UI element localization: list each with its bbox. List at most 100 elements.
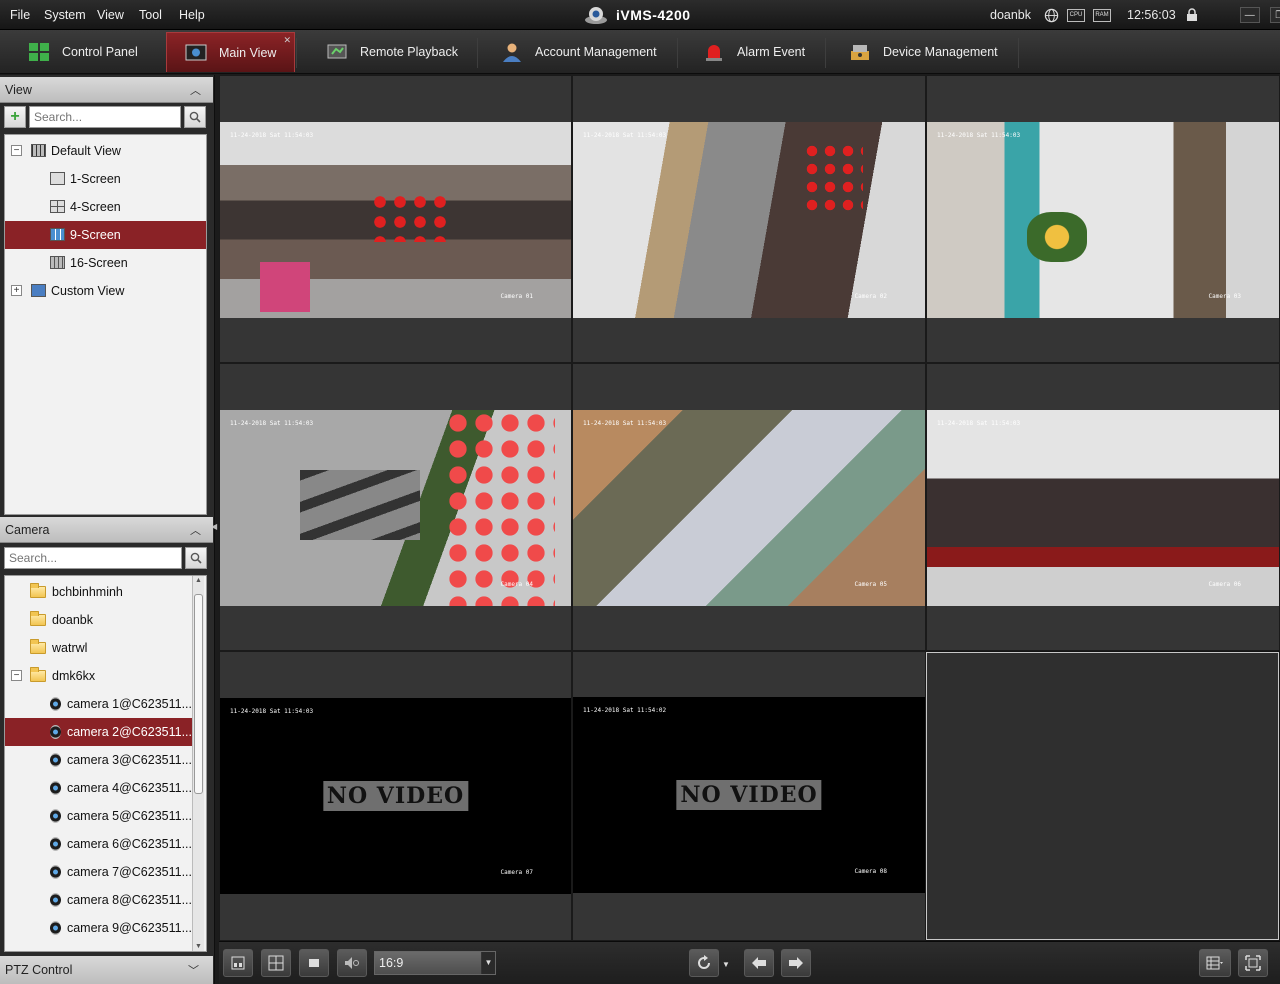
dropdown-arrow-icon[interactable]: ▼ <box>481 952 495 974</box>
tree-item-camera[interactable]: camera 9@C623511... <box>5 914 192 942</box>
tab-remote-playback[interactable]: Remote Playback <box>298 32 476 72</box>
lock-icon[interactable] <box>1184 7 1200 23</box>
tree-item-camera[interactable]: camera 3@C623511... <box>5 746 192 774</box>
tree-item-folder[interactable]: bchbinhminh <box>5 578 192 606</box>
tree-item-4-screen[interactable]: 4-Screen <box>5 193 206 221</box>
tree-item-label: dmk6kx <box>52 669 96 683</box>
tree-item-camera[interactable]: camera 5@C623511... <box>5 802 192 830</box>
app-name: iVMS-4200 <box>616 7 691 23</box>
search-icon[interactable] <box>185 547 207 569</box>
video-window-3[interactable]: 11-24-2018 Sat 11:54:03 Camera 03 <box>926 75 1280 363</box>
tree-item-folder[interactable]: − dmk6kx <box>5 662 192 690</box>
camera-section-header[interactable]: Camera ︿ <box>0 517 213 543</box>
osd-camera-name: Camera 05 <box>854 581 887 588</box>
collapse-icon[interactable]: − <box>11 670 22 681</box>
view-tree: − Default View 1-Screen 4-Screen 9-Scree… <box>4 134 207 515</box>
video-feed: 11-24-2018 Sat 11:54:02 NO VIDEO Camera … <box>573 697 925 893</box>
tree-item-label: camera 6@C623511... <box>66 837 192 851</box>
osd-camera-name: Camera 02 <box>854 293 887 300</box>
tree-item-label: doanbk <box>52 613 94 627</box>
tree-item-custom-view[interactable]: + Custom View <box>5 277 206 305</box>
camera-icon <box>50 697 61 711</box>
layout-1-icon <box>50 172 65 185</box>
app-title: iVMS-4200 <box>584 4 691 26</box>
camera-icon <box>50 865 61 879</box>
tree-item-camera[interactable]: camera 7@C623511... <box>5 858 192 886</box>
tree-item-label: camera 5@C623511... <box>66 809 192 823</box>
tree-item-camera[interactable]: camera 2@C623511... <box>5 718 192 746</box>
video-window-2[interactable]: 11-24-2018 Sat 11:54:03 Camera 02 <box>572 75 926 363</box>
globe-icon[interactable] <box>1043 7 1059 23</box>
camera-icon <box>50 837 61 851</box>
next-page-icon[interactable] <box>781 949 811 977</box>
tab-control-panel[interactable]: Control Panel <box>0 32 162 72</box>
collapse-icon[interactable]: − <box>11 145 22 156</box>
tree-item-label: camera 2@C623511... <box>66 725 192 739</box>
tree-item-camera[interactable]: camera 4@C623511... <box>5 774 192 802</box>
view-search-input[interactable] <box>29 106 181 128</box>
osd-camera-name: Camera 06 <box>1208 581 1241 588</box>
menu-help[interactable]: Help <box>179 8 205 22</box>
ptz-control-header[interactable]: PTZ Control ﹀ <box>0 956 213 984</box>
layout-16-icon <box>50 256 65 269</box>
video-window-9-empty[interactable] <box>926 652 1279 940</box>
cpu-icon[interactable]: CPU <box>1067 8 1086 22</box>
tab-account-management[interactable]: Account Management <box>479 32 676 72</box>
search-icon[interactable] <box>184 106 206 128</box>
refresh-icon[interactable] <box>689 949 719 977</box>
video-window-8[interactable]: 11-24-2018 Sat 11:54:02 NO VIDEO Camera … <box>572 651 926 941</box>
menu-tool[interactable]: Tool <box>139 8 162 22</box>
tab-main-view[interactable]: Main View ✕ <box>166 32 295 72</box>
chevron-down-icon[interactable]: ﹀ <box>188 962 199 978</box>
camera-icon <box>50 921 61 935</box>
layout-switch-icon[interactable] <box>261 949 291 977</box>
tab-close-icon[interactable]: ✕ <box>283 35 291 46</box>
video-window-4[interactable]: 11-24-2018 Sat 11:54:03 Camera 04 <box>219 363 572 651</box>
expand-icon[interactable]: + <box>11 285 22 296</box>
tree-item-9-screen[interactable]: 9-Screen <box>5 221 206 249</box>
tab-device-management[interactable]: Device Management <box>827 32 1017 72</box>
scroll-thumb[interactable] <box>194 594 203 794</box>
fullscreen-icon[interactable] <box>1238 949 1268 977</box>
tree-item-camera[interactable]: camera 8@C623511... <box>5 886 192 914</box>
tree-item-camera[interactable]: camera 6@C623511... <box>5 830 192 858</box>
stop-all-icon[interactable] <box>299 949 329 977</box>
chevron-up-icon[interactable]: ︿ <box>190 522 201 538</box>
save-view-icon[interactable] <box>223 949 253 977</box>
minimize-button[interactable]: — <box>1239 7 1260 23</box>
previous-page-icon[interactable] <box>744 949 774 977</box>
video-window-5[interactable]: 11-24-2018 Sat 11:54:03 Camera 05 <box>572 363 926 651</box>
tree-item-folder[interactable]: watrwl <box>5 634 192 662</box>
aspect-ratio-select[interactable]: 16:9 ▼ <box>374 951 496 975</box>
menu-file[interactable]: File <box>10 8 30 22</box>
tree-item-16-screen[interactable]: 16-Screen <box>5 249 206 277</box>
tab-alarm-event[interactable]: Alarm Event <box>679 32 824 72</box>
window-division-icon[interactable] <box>1199 949 1231 977</box>
menu-view[interactable]: View <box>97 8 124 22</box>
video-window-6[interactable]: 11-24-2018 Sat 11:54:03 Camera 06 <box>926 363 1280 651</box>
view-section-header[interactable]: View ︿ <box>0 77 213 103</box>
video-feed: 11-24-2018 Sat 11:54:03 NO VIDEO Camera … <box>220 698 571 894</box>
tree-item-1-screen[interactable]: 1-Screen <box>5 165 206 193</box>
osd-timestamp: 11-24-2018 Sat 11:54:03 <box>230 708 314 715</box>
chevron-up-icon[interactable]: ︿ <box>190 82 201 98</box>
video-feed: 11-24-2018 Sat 11:54:03 Camera 05 <box>573 410 925 606</box>
tree-item-camera[interactable]: camera 1@C623511... <box>5 690 192 718</box>
camera-tree-scrollbar[interactable]: ▲ ▼ <box>192 576 204 951</box>
tree-item-default-view[interactable]: − Default View <box>5 137 206 165</box>
dropdown-arrow-icon[interactable]: ▼ <box>722 960 730 969</box>
audio-mute-icon[interactable] <box>337 949 367 977</box>
balloon-decor <box>803 142 863 212</box>
scroll-up-icon[interactable]: ▲ <box>195 577 202 584</box>
video-feed: 11-24-2018 Sat 11:54:03 Camera 04 <box>220 410 571 606</box>
camera-search-input[interactable] <box>4 547 182 569</box>
menu-system[interactable]: System <box>44 8 86 22</box>
add-view-button[interactable]: + <box>4 106 26 128</box>
restore-button[interactable]: ❐ <box>1269 7 1280 23</box>
video-window-7[interactable]: 11-24-2018 Sat 11:54:03 NO VIDEO Camera … <box>219 651 572 941</box>
ram-icon[interactable]: RAM <box>1093 8 1112 22</box>
scroll-down-icon[interactable]: ▼ <box>195 943 202 950</box>
tree-item-folder[interactable]: doanbk <box>5 606 192 634</box>
camera-section-title: Camera <box>5 523 50 537</box>
video-window-1[interactable]: 11-24-2018 Sat 11:54:03 Camera 01 <box>219 75 572 363</box>
